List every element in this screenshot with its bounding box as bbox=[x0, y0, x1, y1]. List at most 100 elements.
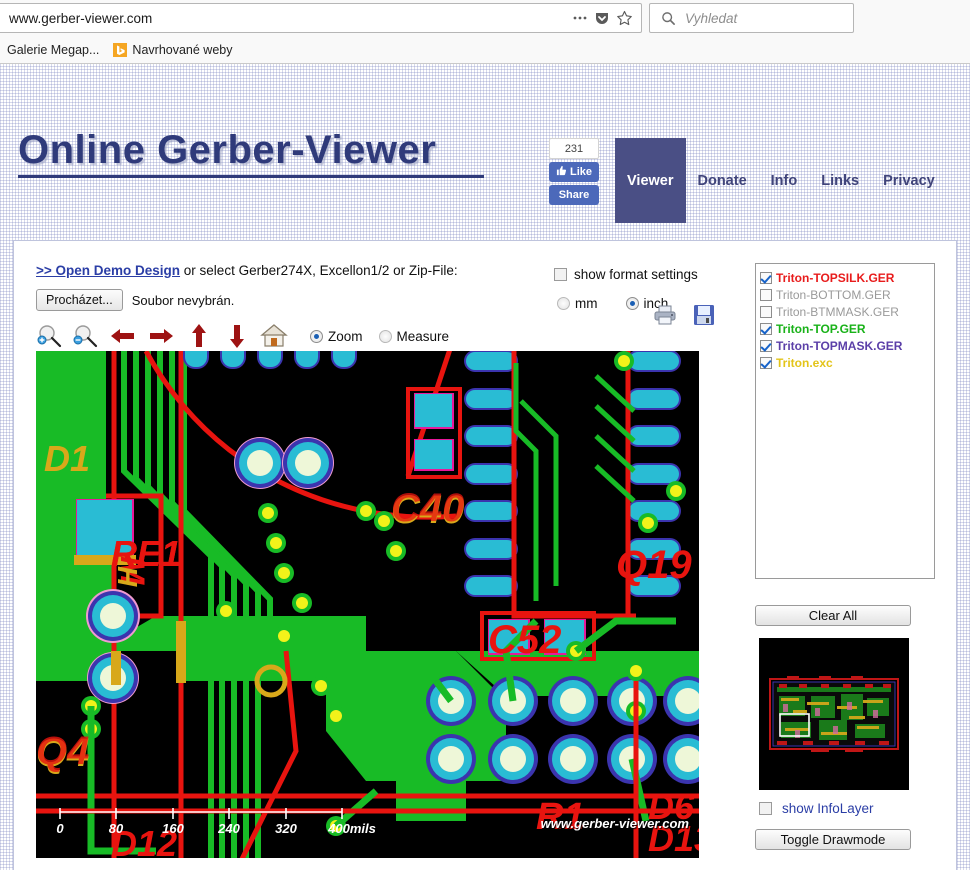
show-infolayer-checkbox[interactable] bbox=[759, 802, 772, 815]
title-underline bbox=[18, 175, 484, 178]
clear-all-button[interactable]: Clear All bbox=[755, 605, 911, 626]
site-logo: Online Gerber-Viewer bbox=[18, 130, 484, 178]
scale-tick: 400mils bbox=[327, 821, 376, 836]
radio-indicator bbox=[310, 329, 323, 343]
svg-text:RE1: RE1 bbox=[111, 533, 181, 574]
layer-checkbox[interactable] bbox=[760, 339, 772, 352]
thumbs-up-icon bbox=[556, 165, 567, 179]
open-demo-design-link[interactable]: >> Open Demo Design bbox=[36, 263, 180, 278]
layer-checkbox[interactable] bbox=[760, 322, 772, 335]
layer-label: Triton-BOTTOM.GER bbox=[776, 287, 891, 302]
star-icon[interactable] bbox=[613, 7, 635, 29]
svg-text:D1: D1 bbox=[44, 438, 90, 479]
interaction-mode-radios: Zoom Measure bbox=[310, 329, 449, 344]
pocket-icon[interactable] bbox=[591, 7, 613, 29]
layer-checkbox[interactable] bbox=[760, 305, 772, 318]
show-format-settings-row[interactable]: show format settings bbox=[554, 267, 698, 282]
scale-bar: 0 80 160 240 320 400mils bbox=[56, 808, 376, 836]
address-bar[interactable]: www.gerber-viewer.com bbox=[0, 3, 642, 33]
nav-tab-links[interactable]: Links bbox=[809, 138, 871, 223]
facebook-share-button[interactable]: Share bbox=[549, 185, 599, 205]
scale-tick: 0 bbox=[56, 821, 64, 836]
layer-checkbox[interactable] bbox=[760, 271, 772, 284]
home-icon[interactable] bbox=[260, 322, 288, 350]
bookmark-navrhovane-weby[interactable]: Navrhované weby bbox=[106, 41, 239, 59]
gerber-canvas[interactable]: D1 M H RE1 C40 C40 Q19 C52 Q4 Q4 R1 D6 D… bbox=[36, 351, 699, 858]
radio-indicator bbox=[378, 329, 392, 343]
nav-tab-label: Privacy bbox=[883, 172, 935, 189]
scale-tick: 320 bbox=[275, 821, 297, 836]
arrow-left-icon[interactable] bbox=[108, 322, 138, 350]
nav-tab-label: Links bbox=[821, 172, 860, 189]
svg-text:C52: C52 bbox=[488, 618, 561, 662]
arrow-right-icon[interactable] bbox=[146, 322, 176, 350]
page-body: Online Gerber-Viewer 231 Like Share View… bbox=[0, 64, 970, 870]
file-status-label: Soubor nevybrán. bbox=[131, 292, 235, 308]
measure-mode-radio[interactable]: Measure bbox=[378, 328, 450, 344]
zoom-mode-radio[interactable]: Zoom bbox=[310, 329, 363, 344]
browse-button[interactable]: Procházet... bbox=[36, 289, 123, 311]
facebook-widget: 231 Like Share bbox=[549, 138, 599, 205]
zoom-mode-label: Zoom bbox=[328, 328, 363, 344]
scale-tick: 240 bbox=[217, 821, 240, 836]
layer-row-topmask[interactable]: Triton-TOPMASK.GER bbox=[760, 337, 930, 354]
nav-tab-label: Donate bbox=[697, 172, 747, 189]
save-icon[interactable] bbox=[690, 301, 718, 329]
show-format-settings-checkbox[interactable] bbox=[554, 268, 567, 281]
svg-text:C40: C40 bbox=[391, 486, 464, 530]
url-text: www.gerber-viewer.com bbox=[9, 10, 153, 26]
search-bar[interactable]: Vyhledat bbox=[649, 3, 854, 33]
page-title: Online Gerber-Viewer bbox=[18, 128, 437, 172]
nav-tab-donate[interactable]: Donate bbox=[686, 138, 759, 223]
ellipsis-icon[interactable] bbox=[569, 7, 591, 29]
layer-row-btmmask[interactable]: Triton-BTMMASK.GER bbox=[760, 303, 930, 320]
browser-toolbar: www.gerber-viewer.com Vyhledat bbox=[0, 0, 970, 36]
search-input[interactable]: Vyhledat bbox=[685, 11, 737, 26]
layer-checkbox[interactable] bbox=[760, 356, 772, 369]
arrow-down-icon[interactable] bbox=[222, 322, 252, 350]
pcb-rendering: D1 M H RE1 C40 C40 Q19 C52 Q4 Q4 R1 D6 D… bbox=[36, 351, 699, 858]
svg-text:Q4: Q4 bbox=[36, 729, 89, 773]
viewer-icon-toolbar: Zoom Measure bbox=[36, 321, 516, 351]
layer-row-bottom[interactable]: Triton-BOTTOM.GER bbox=[760, 286, 930, 303]
layer-label: Triton-BTMMASK.GER bbox=[776, 304, 899, 319]
site-header: Online Gerber-Viewer 231 Like Share View… bbox=[0, 64, 970, 223]
main-navigation: Viewer Donate Info Links Privacy bbox=[615, 138, 947, 223]
demo-design-line: >> Open Demo Design or select Gerber274X… bbox=[36, 263, 516, 278]
file-input-row: Procházet... Soubor nevybrán. bbox=[36, 289, 516, 311]
bookmark-label: Galerie Megap... bbox=[7, 42, 100, 57]
layer-row-exc[interactable]: Triton.exc bbox=[760, 354, 930, 371]
printer-icon[interactable] bbox=[651, 301, 679, 329]
show-infolayer-label: show InfoLayer bbox=[782, 801, 874, 816]
nav-tab-info[interactable]: Info bbox=[759, 138, 810, 223]
zoom-in-icon[interactable] bbox=[36, 322, 64, 350]
measure-mode-label: Measure bbox=[396, 328, 450, 344]
nav-tab-privacy[interactable]: Privacy bbox=[871, 138, 947, 223]
layer-list[interactable]: Triton-TOPSILK.GER Triton-BOTTOM.GER Tri… bbox=[755, 263, 935, 579]
zoom-out-icon[interactable] bbox=[72, 322, 100, 350]
layer-row-top[interactable]: Triton-TOP.GER bbox=[760, 320, 930, 337]
layer-row-topsilk[interactable]: Triton-TOPSILK.GER bbox=[760, 269, 930, 286]
unit-mm-radio[interactable]: mm bbox=[557, 296, 598, 311]
facebook-like-button[interactable]: Like bbox=[549, 162, 599, 182]
board-overview-thumbnail[interactable] bbox=[759, 638, 909, 790]
viewer-toolbar: >> Open Demo Design or select Gerber274X… bbox=[36, 263, 516, 351]
show-infolayer-row[interactable]: show InfoLayer bbox=[759, 801, 874, 816]
facebook-share-label: Share bbox=[558, 189, 590, 201]
nav-tab-viewer[interactable]: Viewer bbox=[615, 138, 686, 223]
arrow-up-icon[interactable] bbox=[184, 322, 214, 350]
facebook-like-label: Like bbox=[569, 166, 592, 178]
bookmark-label: Navrhované weby bbox=[132, 42, 233, 57]
layer-checkbox[interactable] bbox=[760, 288, 772, 301]
layer-label: Triton-TOP.GER bbox=[776, 321, 866, 336]
browser-chrome: www.gerber-viewer.com Vyhledat Galerie M… bbox=[0, 0, 970, 64]
scale-tick: 80 bbox=[109, 821, 124, 836]
layer-label: Triton-TOPMASK.GER bbox=[776, 338, 903, 353]
radio-indicator bbox=[557, 297, 570, 310]
nav-tab-label: Info bbox=[770, 172, 798, 189]
bookmark-galerie[interactable]: Galerie Megap... bbox=[0, 41, 106, 59]
bing-icon bbox=[113, 42, 128, 57]
scale-tick: 160 bbox=[162, 821, 184, 836]
export-icons bbox=[651, 301, 718, 329]
toggle-drawmode-button[interactable]: Toggle Drawmode bbox=[755, 829, 911, 850]
